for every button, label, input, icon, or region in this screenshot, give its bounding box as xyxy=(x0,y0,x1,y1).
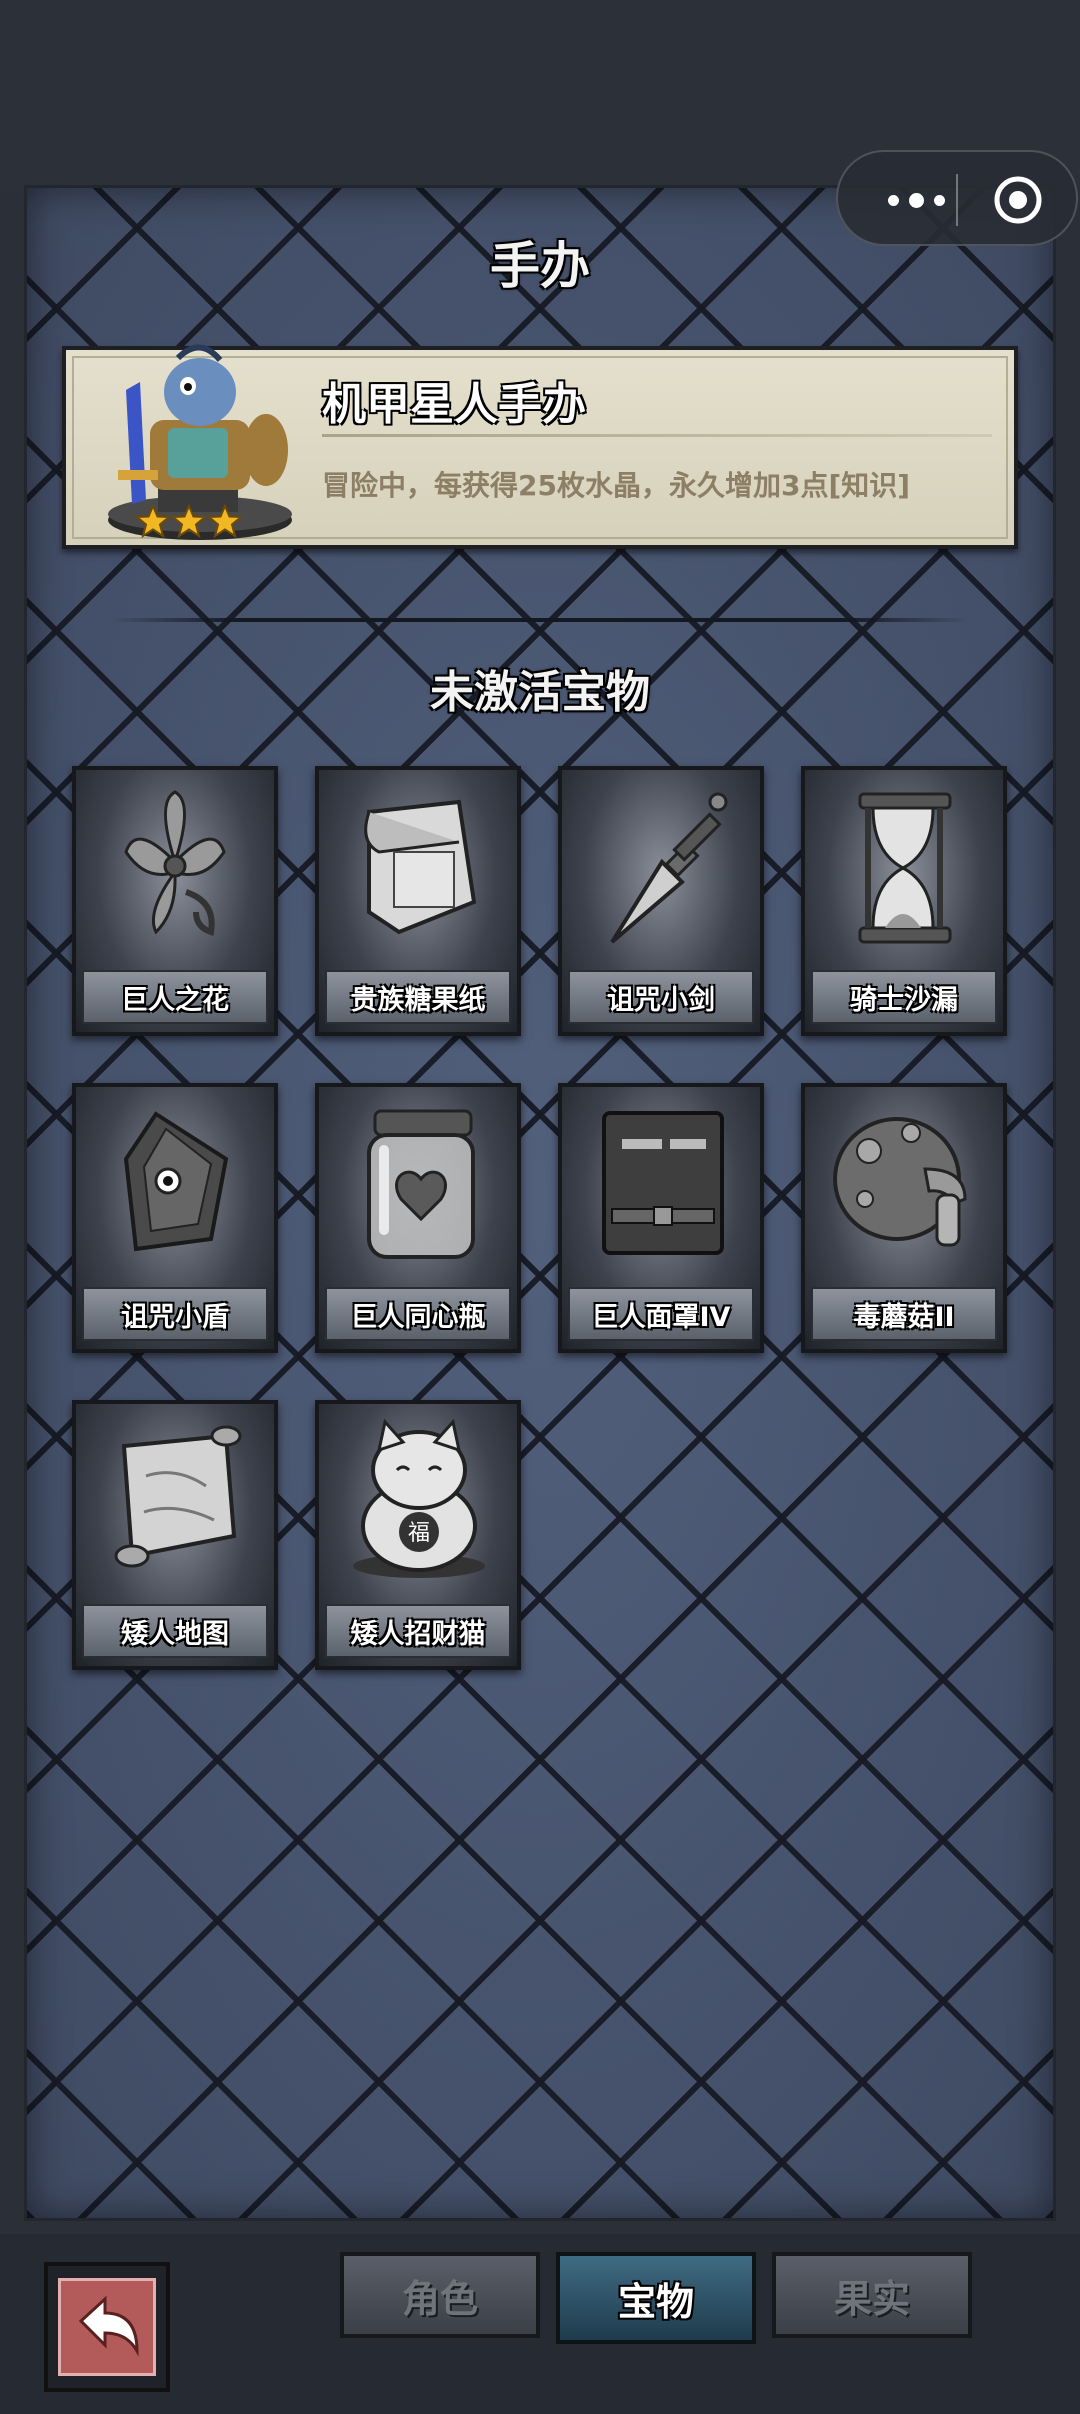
treasure-item[interactable]: 贵族糖果纸 xyxy=(315,766,521,1036)
treasure-item[interactable]: 诅咒小剑 xyxy=(558,766,764,1036)
treasure-item[interactable]: 巨人同心瓶 xyxy=(315,1083,521,1353)
page-title: 手办 xyxy=(490,237,590,295)
tab-fruit[interactable]: 果实 xyxy=(772,2252,972,2338)
capsule-divider xyxy=(956,174,958,226)
item-label-plate: 骑士沙漏 xyxy=(811,970,997,1024)
star-icon xyxy=(208,504,242,538)
item-label: 贵族糖果纸 xyxy=(350,984,486,1016)
more-dots-icon[interactable] xyxy=(876,180,956,220)
hourglass-icon xyxy=(858,792,952,944)
item-label-plate: 矮人招财猫 xyxy=(325,1604,511,1658)
figure-card[interactable]: 机甲星人手办 冒险中，每获得25枚水晶，永久增加3点[知识] xyxy=(62,344,1018,549)
tab-label: 角色 xyxy=(401,2276,478,2321)
item-label: 巨人之花 xyxy=(121,984,229,1016)
tab-role[interactable]: 角色 xyxy=(340,2252,540,2338)
treasure-item[interactable]: 巨人面罩IV xyxy=(558,1083,764,1353)
item-label-plate: 诅咒小盾 xyxy=(82,1287,268,1341)
mask-icon xyxy=(602,1111,724,1255)
back-button-face xyxy=(58,2278,156,2376)
jar-heart-icon xyxy=(367,1109,475,1259)
item-label: 矮人地图 xyxy=(121,1618,229,1650)
treasure-item[interactable]: 毒蘑菇II xyxy=(801,1083,1007,1353)
treasure-item[interactable]: 巨人之花 xyxy=(72,766,278,1036)
inactive-section-title: 未激活宝物 xyxy=(430,667,650,718)
mushroom-icon xyxy=(833,1117,967,1247)
section-divider xyxy=(110,618,970,622)
item-label: 巨人面罩IV xyxy=(591,1301,731,1333)
item-label: 诅咒小盾 xyxy=(121,1301,229,1333)
star-icon xyxy=(172,504,206,538)
item-label-plate: 毒蘑菇II xyxy=(811,1287,997,1341)
treasure-item[interactable]: 矮人地图 xyxy=(72,1400,278,1670)
treasure-item[interactable]: 骑士沙漏 xyxy=(801,766,1007,1036)
shield-icon xyxy=(123,1111,229,1252)
back-button[interactable] xyxy=(44,2262,170,2392)
treasure-item[interactable]: 福 矮人招财猫 xyxy=(315,1400,521,1670)
item-label-plate: 巨人之花 xyxy=(82,970,268,1024)
card-divider xyxy=(322,434,992,437)
back-arrow-icon xyxy=(78,2295,139,2357)
star-rating xyxy=(136,504,242,538)
target-circle-icon[interactable] xyxy=(993,175,1043,225)
item-label: 毒蘑菇II xyxy=(853,1301,955,1333)
tab-treasure[interactable]: 宝物 xyxy=(556,2252,756,2344)
map-scroll-icon xyxy=(114,1425,242,1568)
item-label: 巨人同心瓶 xyxy=(350,1301,486,1333)
item-label: 骑士沙漏 xyxy=(850,984,958,1016)
tab-label: 宝物 xyxy=(617,2279,694,2324)
flower-icon xyxy=(124,790,226,936)
wrapper-paper-icon xyxy=(364,799,477,935)
star-icon xyxy=(136,504,170,538)
lucky-cat-icon: 福 xyxy=(353,1418,485,1578)
item-label: 矮人招财猫 xyxy=(350,1618,486,1650)
item-label-plate: 矮人地图 xyxy=(82,1604,268,1658)
item-label: 诅咒小剑 xyxy=(607,984,715,1016)
dagger-icon xyxy=(610,792,728,944)
item-label-plate: 贵族糖果纸 xyxy=(325,970,511,1024)
tab-label: 果实 xyxy=(833,2276,910,2321)
treasure-item[interactable]: 诅咒小盾 xyxy=(72,1083,278,1353)
mini-program-capsule xyxy=(836,150,1078,246)
item-label-plate: 巨人同心瓶 xyxy=(325,1287,511,1341)
figure-name: 机甲星人手办 xyxy=(322,379,586,430)
item-label-plate: 巨人面罩IV xyxy=(568,1287,754,1341)
svg-text:福: 福 xyxy=(408,1521,430,1546)
item-label-plate: 诅咒小剑 xyxy=(568,970,754,1024)
figure-description: 冒险中，每获得25枚水晶，永久增加3点[知识] xyxy=(322,469,911,502)
